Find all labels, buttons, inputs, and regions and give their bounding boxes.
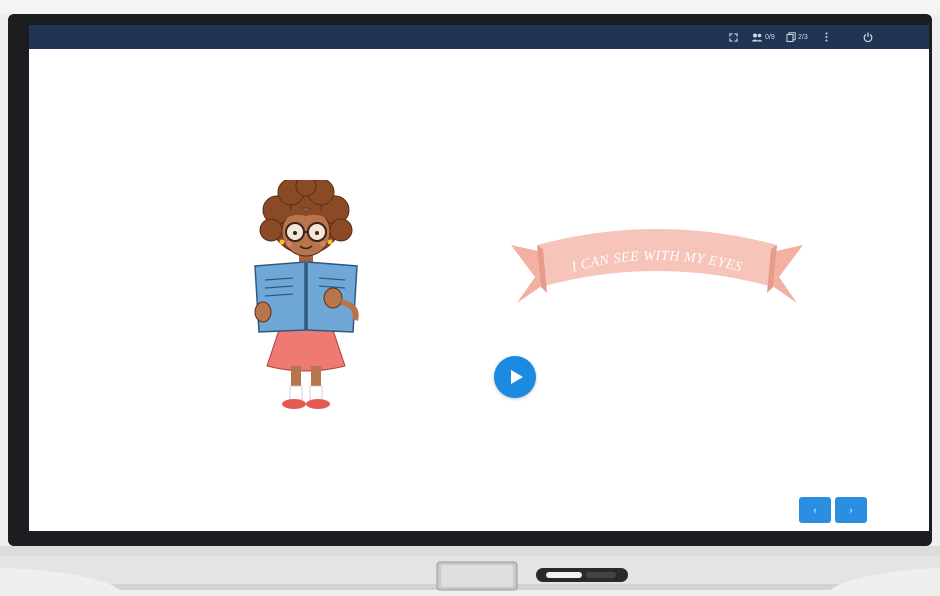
play-button[interactable] <box>494 356 536 398</box>
pages-button[interactable]: 2/3 <box>786 25 808 49</box>
chevron-right-icon: › <box>849 505 853 515</box>
power-icon <box>863 32 873 42</box>
pages-count: 2/3 <box>798 33 808 41</box>
pen-tray <box>0 546 940 591</box>
next-slide-button[interactable]: › <box>835 497 867 523</box>
top-toolbar: 0/9 2/3 <box>29 25 929 49</box>
participants-button[interactable]: 0/9 <box>751 25 775 49</box>
participants-count: 0/9 <box>765 33 775 41</box>
previous-slide-button[interactable]: ‹ <box>799 497 831 523</box>
pages-icon <box>786 32 796 42</box>
wall-top <box>0 0 940 14</box>
more-vertical-icon <box>825 32 828 42</box>
play-icon <box>510 370 523 384</box>
pen-icon <box>536 568 628 582</box>
people-icon <box>751 33 763 41</box>
fullscreen-icon <box>729 32 738 42</box>
presentation-screen: 0/9 2/3 I CAN SEE WITH MY EYES ‹ › <box>29 25 929 531</box>
ribbon-banner: I CAN SEE WITH MY EYES <box>511 229 803 303</box>
eraser-icon <box>436 561 518 591</box>
more-menu-button[interactable] <box>825 25 828 49</box>
power-button[interactable] <box>863 25 873 49</box>
girl-reading-illustration <box>254 180 359 409</box>
chevron-left-icon: ‹ <box>813 505 817 515</box>
fullscreen-button[interactable] <box>729 25 738 49</box>
